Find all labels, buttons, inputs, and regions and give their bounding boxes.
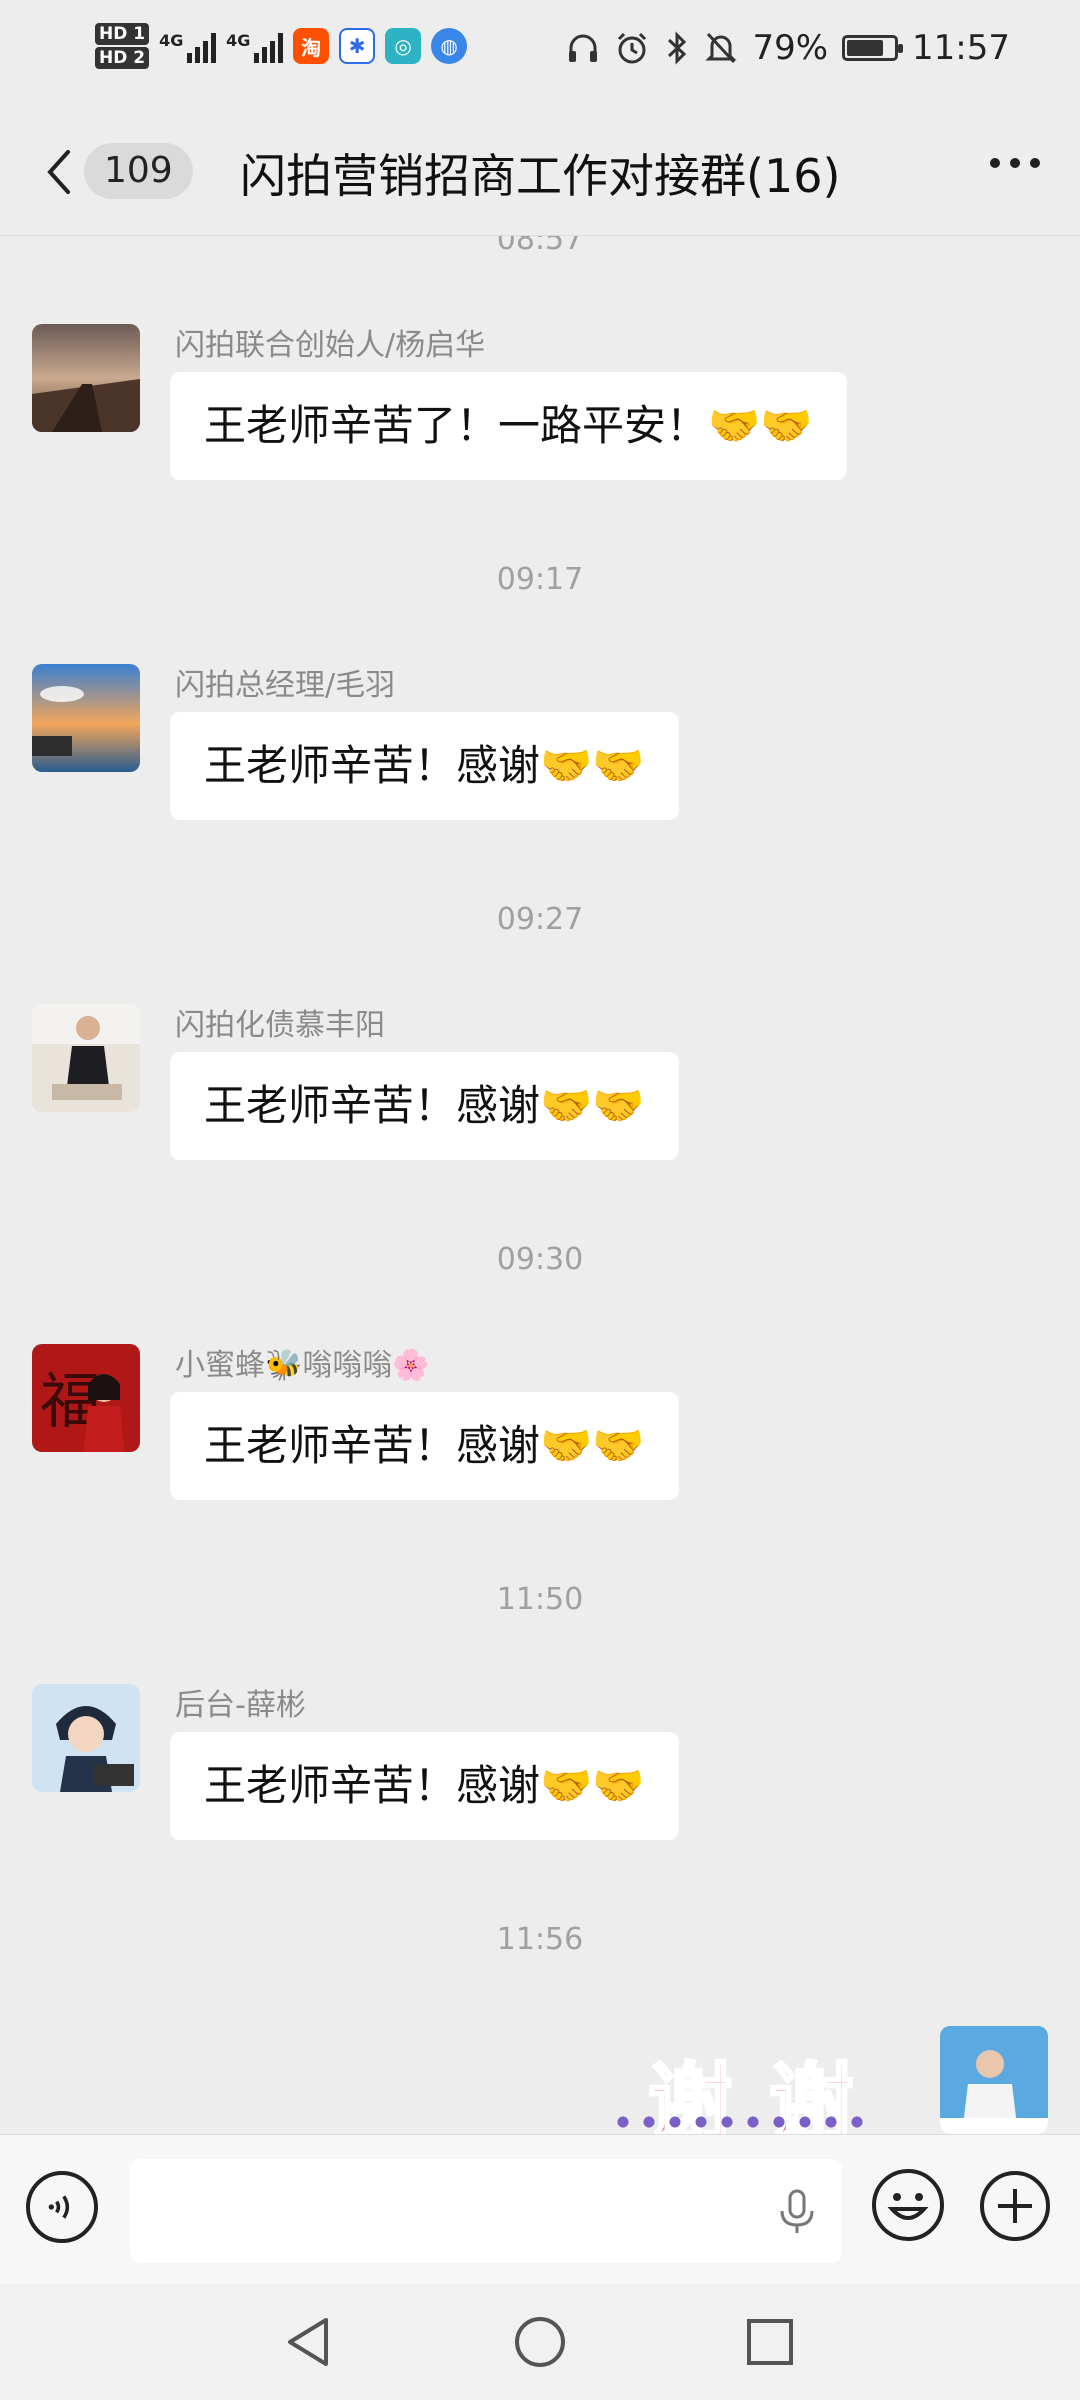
timestamp: 11:50 bbox=[496, 1582, 584, 1617]
signal-icon-2: 4G bbox=[226, 29, 284, 63]
timestamp: 09:17 bbox=[496, 562, 584, 597]
emoji-icon[interactable] bbox=[870, 2167, 946, 2243]
bluetooth-icon bbox=[668, 31, 687, 65]
avatar[interactable] bbox=[32, 1684, 140, 1792]
mute-icon bbox=[705, 32, 738, 64]
hd-indicator: HD 1 HD 2 bbox=[95, 22, 150, 70]
timestamp: 08:57 bbox=[496, 236, 584, 257]
message-bubble[interactable]: 王老师辛苦！感谢🤝🤝 bbox=[170, 1052, 679, 1160]
sender-name: 闪拍化债慕丰阳 bbox=[175, 1008, 385, 1043]
alarm-icon bbox=[618, 32, 647, 64]
input-bar bbox=[0, 2134, 1080, 2285]
signal-icon: 4G bbox=[159, 29, 217, 63]
battery-icon bbox=[842, 35, 904, 61]
chat-title: 闪拍营销招商工作对接群(16) bbox=[240, 149, 841, 203]
avatar[interactable] bbox=[32, 664, 140, 772]
timestamp: 09:30 bbox=[496, 1242, 584, 1277]
network-label-2: 4G bbox=[226, 31, 251, 50]
nav-home-icon[interactable] bbox=[512, 2314, 568, 2370]
hd1-label: HD 1 bbox=[95, 23, 150, 45]
baidu-map-icon: ✱ bbox=[339, 28, 376, 64]
message-bubble[interactable]: 王老师辛苦！感谢🤝🤝 bbox=[170, 712, 679, 820]
status-bar: HD 1 HD 2 4G 4G 淘 ✱ ◎ ◍ 79% 11:57 bbox=[0, 0, 1080, 110]
browser-icon: ◍ bbox=[431, 28, 468, 64]
chat-header: 109 闪拍营销招商工作对接群(16) bbox=[0, 110, 1080, 236]
battery-percent: 79% bbox=[752, 28, 829, 68]
avatar[interactable] bbox=[32, 324, 140, 432]
avatar[interactable]: 福 bbox=[32, 1344, 140, 1452]
headphone-icon bbox=[569, 34, 598, 62]
nav-back-icon[interactable] bbox=[282, 2314, 338, 2370]
timestamp: 09:27 bbox=[496, 902, 584, 937]
avatar-self[interactable] bbox=[940, 2026, 1048, 2134]
back-icon[interactable] bbox=[38, 142, 88, 202]
unread-count-badge[interactable]: 109 bbox=[84, 143, 193, 199]
sticker[interactable]: 谢 谢 bbox=[600, 2026, 900, 2134]
taobao-icon: 淘 bbox=[293, 28, 330, 64]
nav-recents-icon[interactable] bbox=[742, 2314, 798, 2370]
timestamp: 11:56 bbox=[496, 1922, 584, 1957]
message-bubble[interactable]: 王老师辛苦！感谢🤝🤝 bbox=[170, 1732, 679, 1840]
sender-name: 小蜜蜂🐝嗡嗡嗡🌸 bbox=[175, 1348, 430, 1383]
system-nav-bar bbox=[0, 2284, 1080, 2400]
sender-name: 后台-薛彬 bbox=[175, 1688, 306, 1723]
app-icon: ◎ bbox=[385, 28, 422, 64]
voice-mode-icon[interactable] bbox=[26, 2171, 98, 2243]
message-list[interactable]: 08:57 闪拍联合创始人/杨启华 王老师辛苦了！一路平安！🤝🤝 09:17 闪… bbox=[0, 236, 1080, 2134]
message-input[interactable] bbox=[130, 2159, 842, 2263]
network-label: 4G bbox=[159, 31, 184, 50]
message-bubble[interactable]: 王老师辛苦！感谢🤝🤝 bbox=[170, 1392, 679, 1500]
hd2-label: HD 2 bbox=[95, 47, 150, 69]
sender-name: 闪拍联合创始人/杨启华 bbox=[175, 328, 486, 363]
avatar[interactable] bbox=[32, 1004, 140, 1112]
message-bubble[interactable]: 王老师辛苦了！一路平安！🤝🤝 bbox=[170, 372, 847, 480]
sender-name: 闪拍总经理/毛羽 bbox=[175, 668, 396, 703]
microphone-icon[interactable] bbox=[774, 2187, 820, 2237]
status-time: 11:57 bbox=[912, 28, 1010, 68]
more-icon[interactable] bbox=[990, 158, 1040, 168]
add-icon[interactable] bbox=[978, 2169, 1052, 2243]
